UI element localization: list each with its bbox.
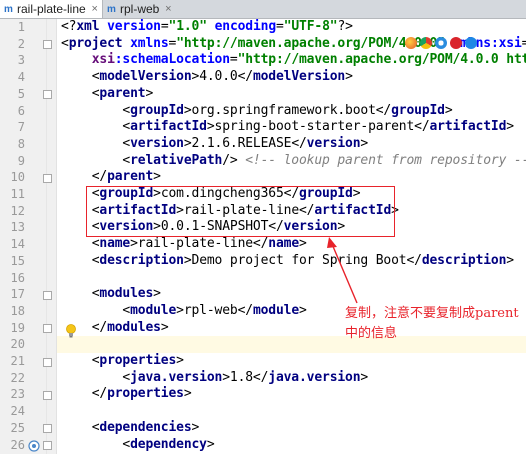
annotation-arrow [327, 237, 358, 304]
